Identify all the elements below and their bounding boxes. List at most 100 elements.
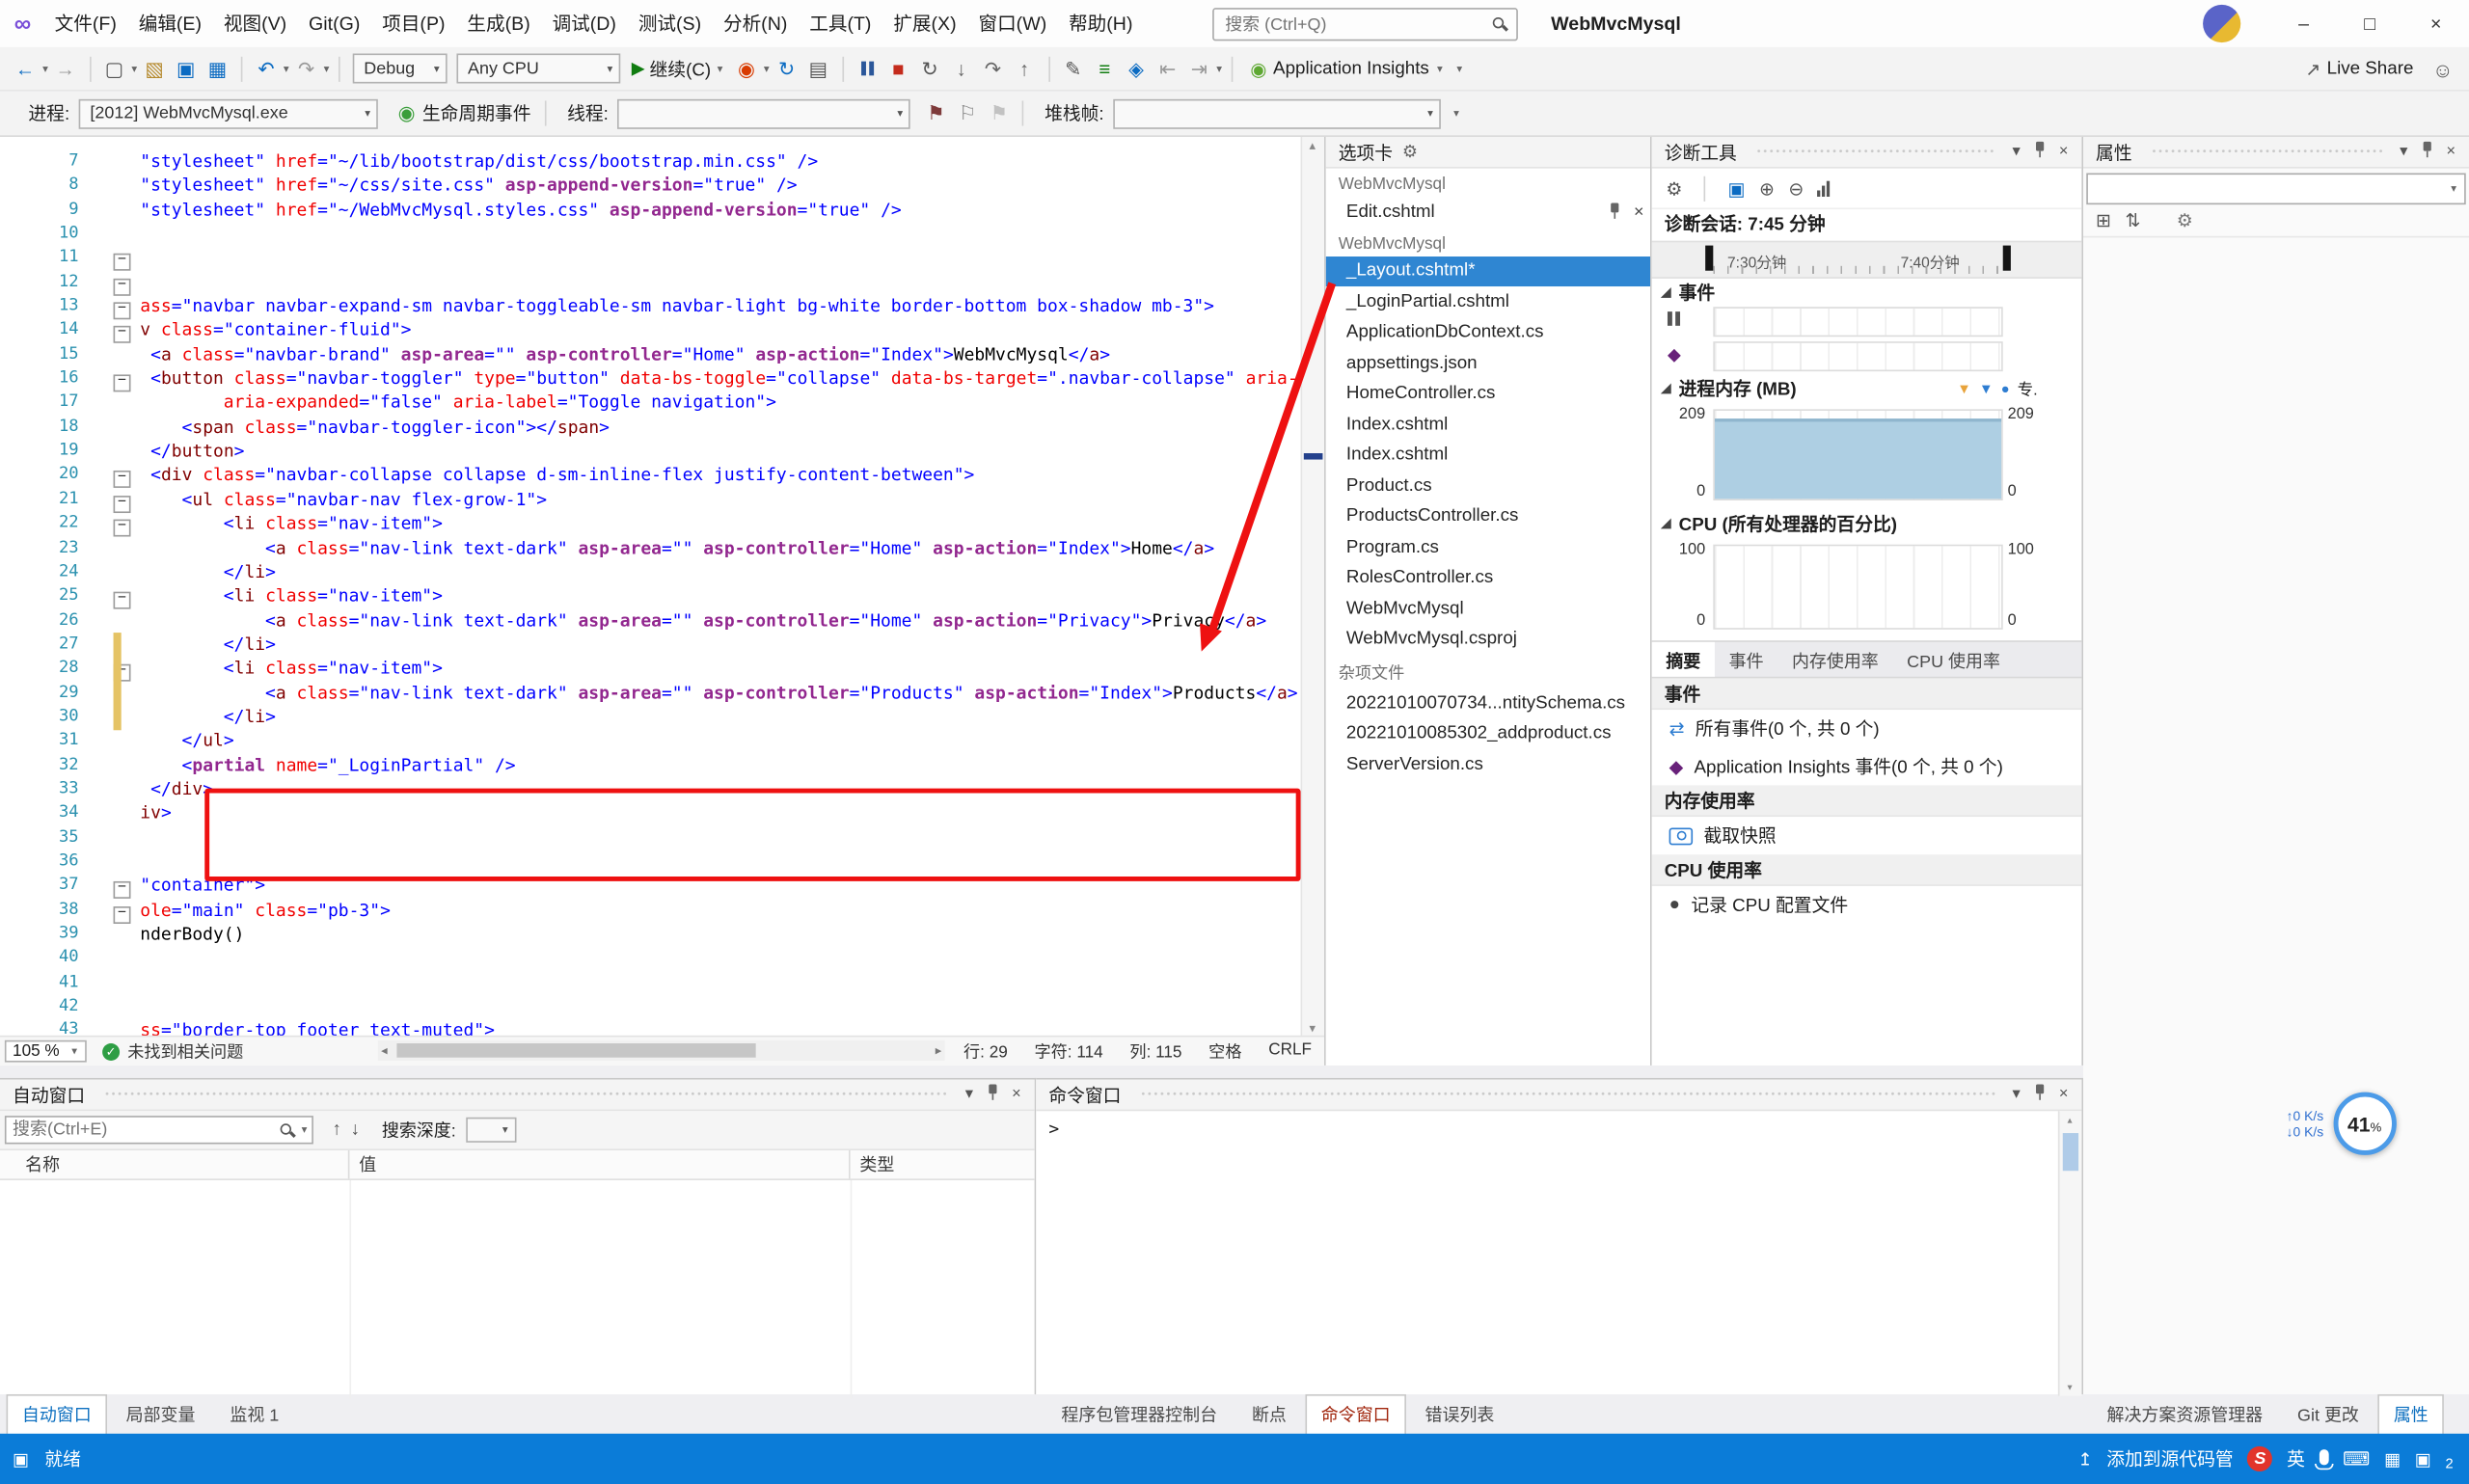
command-scrollbar[interactable]: ▴ ▾ <box>2058 1111 2081 1395</box>
app-insights-dropdown[interactable]: ◉ Application Insights ▾ <box>1250 58 1444 80</box>
zoom-dropdown[interactable]: 105 % ▾ <box>5 1040 87 1063</box>
file-item-ApplicationDbContext.cs[interactable]: ApplicationDbContext.cs <box>1326 317 1650 348</box>
code-editor[interactable]: 7"stylesheet" href="~/lib/bootstrap/dist… <box>0 137 1326 1066</box>
timeline-right-cap[interactable] <box>2003 246 2011 271</box>
command-input-area[interactable]: > ▴ ▾ <box>1036 1111 2081 1395</box>
search-depth-dropdown[interactable]: ▾ <box>466 1118 516 1143</box>
new-file-icon[interactable]: ▢ <box>98 49 130 87</box>
events-section-header[interactable]: ◢ 事件 <box>1652 279 2082 306</box>
restart-app-icon[interactable]: ↻ <box>771 49 802 87</box>
nav-back-caret[interactable]: ▾ <box>42 62 48 74</box>
chevron-down-icon[interactable]: ▾ <box>958 1086 981 1103</box>
code-line-14[interactable]: 14−v class="container-fluid"> <box>0 318 1302 342</box>
menu-item-1[interactable]: 编辑(E) <box>127 0 212 47</box>
menu-item-11[interactable]: 窗口(W) <box>967 0 1058 47</box>
zoom-out-icon[interactable]: ⊖ <box>1788 177 1804 200</box>
code-line-23[interactable]: 23 <a class="nav-link text-dark" asp-are… <box>0 536 1302 560</box>
menu-item-9[interactable]: 工具(T) <box>799 0 882 47</box>
tab-错误列表[interactable]: 错误列表 <box>1409 1394 1509 1437</box>
pin-icon[interactable] <box>1607 203 1621 221</box>
menu-item-5[interactable]: 生成(B) <box>456 0 541 47</box>
code-line-26[interactable]: 26 <a class="nav-link text-dark" asp-are… <box>0 608 1302 633</box>
save-icon[interactable]: ▣ <box>170 49 202 87</box>
column-value[interactable]: 值 <box>349 1150 850 1178</box>
zoom-in-icon[interactable]: ⊕ <box>1759 177 1775 200</box>
file-item-appsettings.json[interactable]: appsettings.json <box>1326 348 1650 379</box>
chevron-down-icon[interactable]: ▾ <box>2004 1086 2027 1103</box>
upload-icon[interactable]: ↥ <box>2077 1448 2092 1469</box>
tab-CPU 使用率[interactable]: CPU 使用率 <box>1892 642 2014 677</box>
tab-解决方案资源管理器[interactable]: 解决方案资源管理器 <box>2091 1394 2278 1437</box>
code-line-9[interactable]: 9"stylesheet" href="~/WebMvcMysql.styles… <box>0 198 1302 222</box>
menu-item-8[interactable]: 分析(N) <box>713 0 799 47</box>
step-into-icon[interactable]: ↓ <box>945 49 977 87</box>
code-line-38[interactable]: 38−ole="main" class="pb-3"> <box>0 898 1302 922</box>
file-item-WebMvcMysql.csproj[interactable]: WebMvcMysql.csproj <box>1326 624 1650 655</box>
redo-icon[interactable]: ↷ <box>290 49 322 87</box>
search-options-caret[interactable]: ▾ <box>302 1123 308 1136</box>
fold-marker[interactable]: − <box>114 472 131 489</box>
pin-icon[interactable] <box>981 1084 1004 1106</box>
fold-marker[interactable]: − <box>114 496 131 513</box>
output-icon[interactable]: ≡ <box>1089 49 1121 87</box>
stop-debug-icon[interactable]: ■ <box>882 49 914 87</box>
close-icon[interactable]: × <box>2439 144 2462 161</box>
scroll-down-icon[interactable]: ▾ <box>1302 1021 1322 1036</box>
wrench-icon[interactable]: ⚙ <box>2177 209 2193 231</box>
tray-icon-2[interactable]: ▣ <box>2415 1448 2431 1469</box>
apply-code-changes-icon[interactable]: ▤ <box>802 49 834 87</box>
chevron-down-icon[interactable]: ▾ <box>2004 144 2027 161</box>
file-item-Edit.cshtml[interactable]: Edit.cshtml× <box>1326 197 1650 228</box>
file-item-ProductsController.cs[interactable]: ProductsController.cs <box>1326 501 1650 532</box>
mic-icon[interactable] <box>2320 1449 2329 1465</box>
code-line-29[interactable]: 29 <a class="nav-link text-dark" asp-are… <box>0 681 1302 705</box>
gear-icon[interactable]: ⚙ <box>1402 142 1418 162</box>
filter-blue-icon[interactable]: ▼ <box>1979 380 1994 395</box>
search-down-icon[interactable]: ↓ <box>351 1120 360 1140</box>
minimize-button[interactable]: – <box>2270 0 2337 47</box>
fold-marker[interactable]: − <box>114 326 131 343</box>
file-item-HomeController.cs[interactable]: HomeController.cs <box>1326 379 1650 410</box>
categorize-icon[interactable]: ⊞ <box>2096 209 2111 231</box>
code-line-19[interactable]: 19 </button> <box>0 440 1302 464</box>
menu-item-10[interactable]: 扩展(X) <box>882 0 967 47</box>
flag-off-icon[interactable]: ⚑ <box>983 94 1015 132</box>
timeline-left-cap[interactable] <box>1705 246 1713 271</box>
code-line-20[interactable]: 20− <div class="navbar-collapse collapse… <box>0 464 1302 488</box>
filter-yellow-icon[interactable]: ▼ <box>1957 380 1971 395</box>
sogou-ime-icon[interactable]: S <box>2247 1446 2272 1471</box>
next-bookmark-icon[interactable]: ⇥ <box>1183 49 1215 87</box>
ime-language[interactable]: 英 <box>2287 1446 2305 1471</box>
performance-badge[interactable]: 41 % <box>2333 1093 2396 1155</box>
search-up-icon[interactable]: ↑ <box>332 1120 340 1140</box>
live-share-button[interactable]: ↗ Live Share <box>2305 58 2413 80</box>
code-line-43[interactable]: 43ss="border-top footer text-muted"> <box>0 1019 1302 1038</box>
code-line-25[interactable]: 25− <li class="nav-item"> <box>0 584 1302 608</box>
code-line-42[interactable]: 42 <box>0 994 1302 1018</box>
open-file-icon[interactable]: ▧ <box>139 49 171 87</box>
code-line-8[interactable]: 8"stylesheet" href="~/css/site.css" asp-… <box>0 174 1302 198</box>
code-line-13[interactable]: 13−ass="navbar navbar-expand-sm navbar-t… <box>0 294 1302 318</box>
fold-marker[interactable]: − <box>114 278 131 295</box>
tab-局部变量[interactable]: 局部变量 <box>110 1394 210 1437</box>
cpu-section-header[interactable]: ◢ CPU (所有处理器的百分比) <box>1652 510 2082 537</box>
step-out-icon[interactable]: ↑ <box>1009 49 1041 87</box>
close-button[interactable]: × <box>2402 0 2469 47</box>
hscroll-thumb[interactable] <box>396 1043 755 1058</box>
file-item-RolesController.cs[interactable]: RolesController.cs <box>1326 562 1650 593</box>
tab-事件[interactable]: 事件 <box>1715 642 1777 677</box>
autos-search-input[interactable] <box>7 1119 280 1141</box>
debugbar-overflow-caret[interactable]: ▾ <box>1453 107 1459 120</box>
code-line-27[interactable]: 27 </li> <box>0 633 1302 657</box>
code-line-12[interactable]: 12− <box>0 270 1302 294</box>
hot-reload-icon[interactable]: ◉ <box>731 49 763 87</box>
hot-reload-caret[interactable]: ▾ <box>764 62 770 74</box>
maximize-button[interactable]: □ <box>2337 0 2403 47</box>
file-item-_LoginPartial.cshtml[interactable]: _LoginPartial.cshtml <box>1326 286 1650 317</box>
space-indicator[interactable]: 空格 <box>1208 1039 1241 1063</box>
pin-icon[interactable] <box>2415 141 2438 163</box>
save-all-icon[interactable]: ▦ <box>202 49 233 87</box>
feedback-box-icon[interactable]: ▣ <box>13 1448 29 1469</box>
column-type[interactable]: 类型 <box>851 1150 1035 1178</box>
step-over-icon[interactable]: ↷ <box>977 49 1009 87</box>
